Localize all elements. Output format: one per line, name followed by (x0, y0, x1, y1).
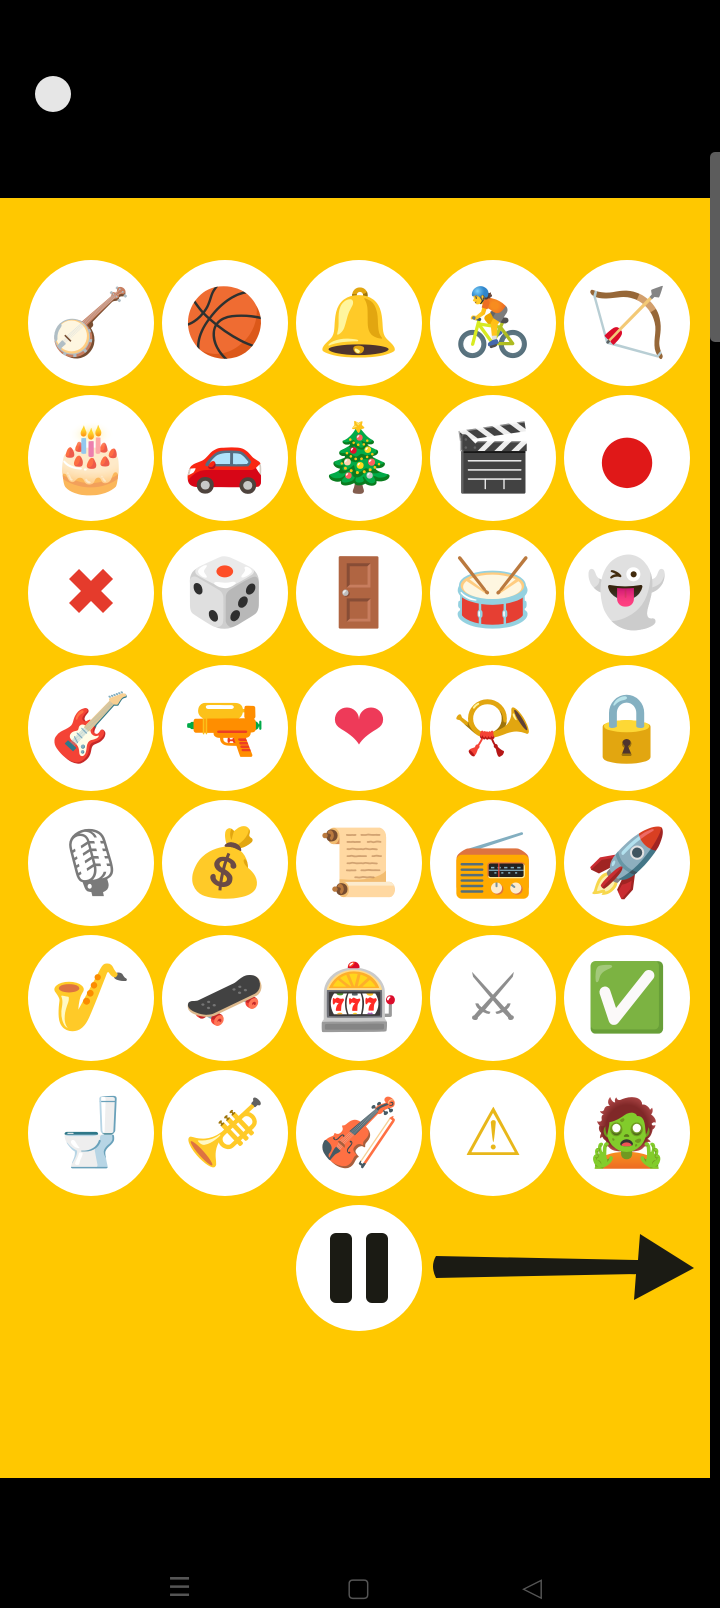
warning-icon: ⚠ (463, 1094, 523, 1171)
emoji-tile[interactable]: 🎙 (28, 800, 154, 926)
emoji-tile[interactable]: 🎲 (162, 530, 288, 656)
red-circle-icon: ● (598, 419, 656, 496)
clapper-board-icon: 🎬 (451, 419, 535, 496)
emoji-tile[interactable]: 🚗 (162, 395, 288, 521)
emoji-tile[interactable]: 📜 (296, 800, 422, 926)
emoji-tile[interactable]: 📻 (430, 800, 556, 926)
radio-icon: 📻 (451, 824, 535, 901)
emoji-tile[interactable]: 🚴 (430, 260, 556, 386)
trumpet-icon: 🎺 (183, 1094, 267, 1171)
emoji-tile[interactable]: 🥁 (430, 530, 556, 656)
banjo-icon: 🪕 (49, 284, 133, 361)
emoji-tile[interactable]: 🎬 (430, 395, 556, 521)
microphone-icon: 🎙 (49, 824, 133, 901)
emoji-tile[interactable]: 🎻 (296, 1070, 422, 1196)
saxophone-icon: 🎷 (49, 959, 133, 1036)
emoji-tile[interactable]: ❤ (296, 665, 422, 791)
violin-icon: 🎻 (317, 1094, 401, 1171)
cyclist-icon: 🚴 (451, 284, 535, 361)
emoji-tile[interactable]: 🛹 (162, 935, 288, 1061)
emoji-tile[interactable]: 🧟 (564, 1070, 690, 1196)
status-bar (0, 0, 720, 198)
back-icon[interactable]: ◁ (522, 1575, 542, 1601)
emoji-grid: 🪕 🏀 🔔 🚴 🏹 🎂 🚗 🎄 🎬 ● ✖ 🎲 🚪 🥁 👻 🎸 🔫 ❤ 📯 🔒 🎙 💰 📜 📻 🚀 🎷 🛹 🎰 ⚔ ✅ 🚽 🎺 🎻 ⚠ 🧟 (28, 260, 690, 1196)
bow-and-arrow-icon: 🏹 (585, 284, 669, 361)
heart-icon: ❤ (331, 689, 387, 766)
birthday-cake-icon: 🎂 (49, 419, 133, 496)
emoji-tile[interactable]: 🎷 (28, 935, 154, 1061)
ghost-icon: 👻 (585, 554, 669, 631)
emoji-tile[interactable]: 🚽 (28, 1070, 154, 1196)
emoji-tile[interactable]: 🎄 (296, 395, 422, 521)
emoji-tile[interactable]: 📯 (430, 665, 556, 791)
scroll-icon: 📜 (317, 824, 401, 901)
emoji-tile[interactable]: 🏀 (162, 260, 288, 386)
emoji-tile[interactable]: 🎂 (28, 395, 154, 521)
emoji-tile[interactable]: ✖ (28, 530, 154, 656)
next-arrow-button[interactable] (428, 1230, 698, 1302)
rocket-icon: 🚀 (585, 824, 669, 901)
emoji-tile[interactable]: 🪕 (28, 260, 154, 386)
emoji-tile[interactable]: 🔔 (296, 260, 422, 386)
bell-icon: 🔔 (317, 284, 401, 361)
basketball-icon: 🏀 (183, 284, 267, 361)
pause-button[interactable] (296, 1205, 422, 1331)
scroll-handle[interactable] (710, 152, 720, 342)
emoji-tile[interactable]: 🔒 (564, 665, 690, 791)
game-die-icon: 🎲 (183, 554, 267, 631)
door-icon: 🚪 (317, 554, 401, 631)
arrow-right-icon (433, 1234, 694, 1300)
postal-horn-icon: 📯 (451, 689, 535, 766)
pause-icon (330, 1233, 352, 1303)
toilet-icon: 🚽 (49, 1094, 133, 1171)
drum-icon: 🥁 (451, 554, 535, 631)
pistol-icon: 🔫 (183, 689, 267, 766)
status-dot-icon (35, 76, 71, 112)
lock-icon: 🔒 (585, 689, 669, 766)
christmas-tree-icon: 🎄 (317, 419, 401, 496)
emoji-tile[interactable]: 🚪 (296, 530, 422, 656)
check-box-icon: ✅ (585, 959, 669, 1036)
emoji-tile[interactable]: ● (564, 395, 690, 521)
cross-mark-icon: ✖ (63, 554, 119, 631)
emoji-tile[interactable]: ✅ (564, 935, 690, 1061)
emoji-tile[interactable]: 🎸 (28, 665, 154, 791)
emoji-tile[interactable]: 🔫 (162, 665, 288, 791)
emoji-tile[interactable]: 💰 (162, 800, 288, 926)
money-bag-icon: 💰 (183, 824, 267, 901)
emoji-tile[interactable]: 🏹 (564, 260, 690, 386)
emoji-tile[interactable]: 🚀 (564, 800, 690, 926)
pause-icon (366, 1233, 388, 1303)
recents-icon[interactable]: ☰ (168, 1575, 191, 1601)
emoji-tile[interactable]: ⚔ (430, 935, 556, 1061)
slot-machine-icon: 🎰 (317, 959, 401, 1036)
emoji-tile[interactable]: 🎺 (162, 1070, 288, 1196)
crossed-swords-icon: ⚔ (463, 959, 523, 1036)
home-icon[interactable]: ▢ (346, 1575, 371, 1601)
emoji-tile[interactable]: 👻 (564, 530, 690, 656)
emoji-tile[interactable]: ⚠ (430, 1070, 556, 1196)
guitar-icon: 🎸 (49, 689, 133, 766)
zombie-icon: 🧟 (585, 1094, 669, 1171)
car-icon: 🚗 (183, 419, 267, 496)
emoji-tile[interactable]: 🎰 (296, 935, 422, 1061)
skateboard-icon: 🛹 (183, 959, 267, 1036)
